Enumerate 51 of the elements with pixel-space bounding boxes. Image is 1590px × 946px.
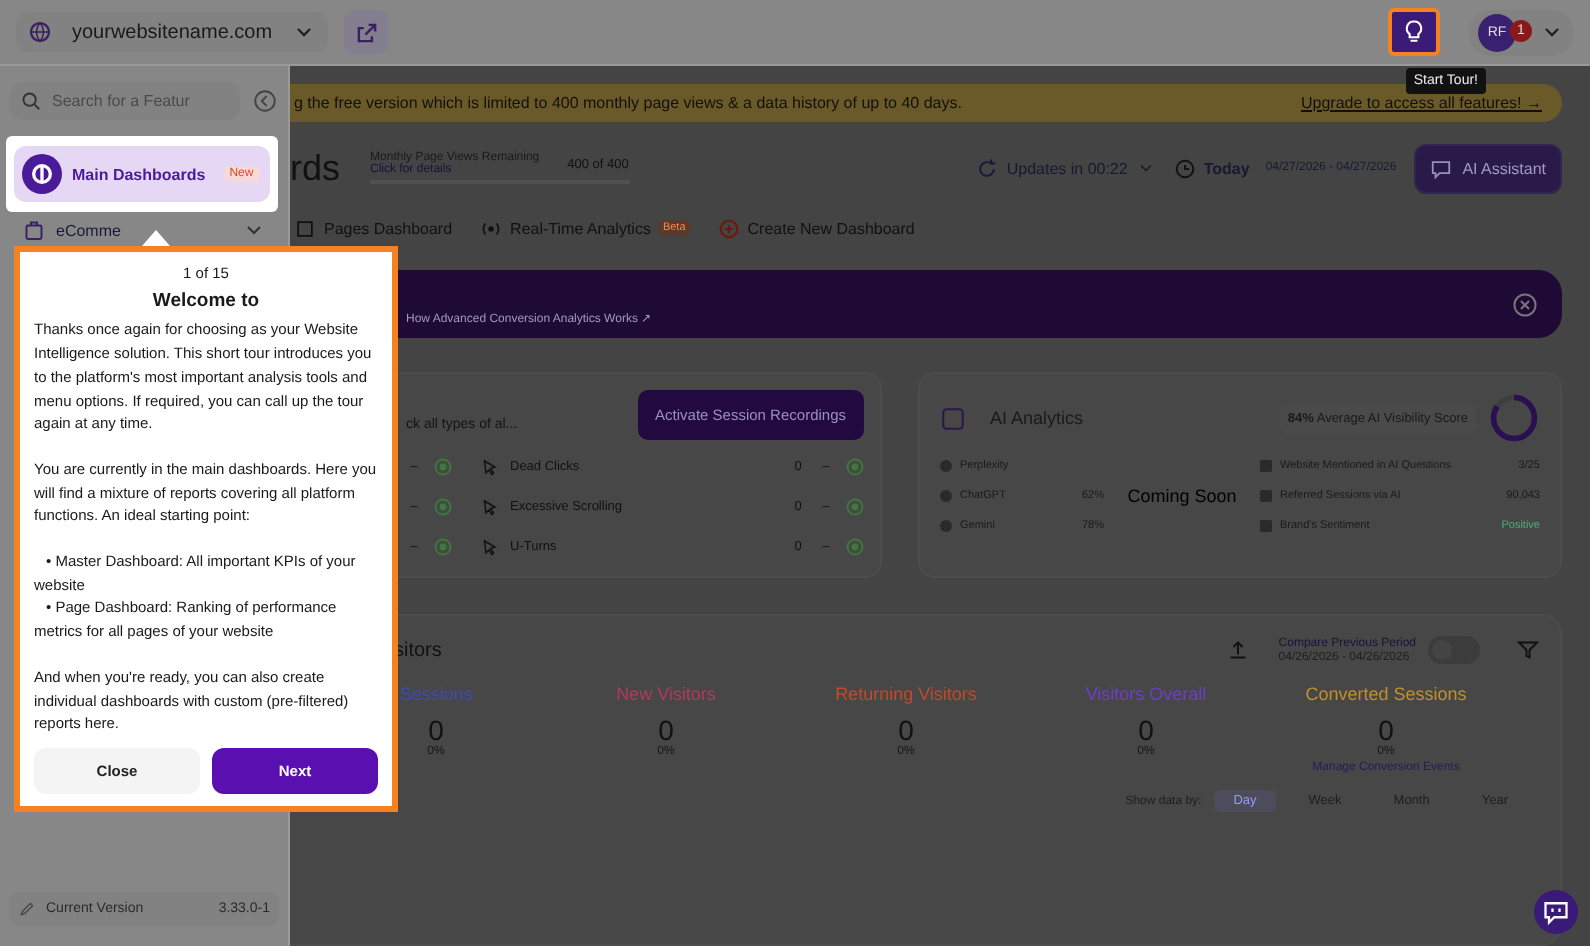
page-icon [294, 217, 316, 239]
external-link-icon [353, 19, 380, 45]
site-selector[interactable]: yourwebsitename.com [16, 12, 329, 52]
globe-icon [28, 20, 52, 44]
metric-icon [1260, 490, 1272, 502]
popup-title: Welcome to [150, 289, 262, 313]
nav-item[interactable]: eComme [22, 218, 266, 242]
metric-label: Returning Visitors [835, 684, 977, 704]
target-icon [434, 537, 452, 555]
search-field[interactable]: Search for a Featur [10, 82, 240, 120]
plus-icon [717, 217, 740, 239]
collapse-icon[interactable] [252, 88, 278, 114]
chat-button[interactable] [1534, 890, 1578, 934]
engine-icon [940, 460, 952, 472]
dashboard-icon [22, 154, 62, 194]
metric-icon [1260, 520, 1272, 532]
target-icon [846, 497, 864, 515]
upgrade-link[interactable]: Upgrade to access all features! → [1300, 94, 1542, 112]
target-icon [846, 537, 864, 555]
cursor-icon [480, 457, 498, 475]
chat-icon [1430, 157, 1453, 179]
clock-icon [1173, 157, 1196, 179]
metric-label: Sessions [399, 684, 473, 704]
lightbulb-icon [1400, 18, 1428, 46]
filter-icon[interactable] [1516, 638, 1540, 662]
target-icon [434, 497, 452, 515]
bag-icon [22, 218, 46, 242]
square-icon [940, 405, 966, 431]
refresh-icon [976, 157, 999, 179]
target-icon [846, 457, 864, 475]
search-icon [20, 90, 42, 112]
donut-gauge [1488, 392, 1540, 444]
metric-label: New Visitors [616, 684, 716, 704]
engine-icon [940, 520, 952, 532]
upload-icon[interactable] [1226, 638, 1251, 662]
external-link-button[interactable] [344, 10, 389, 54]
metric-label: Visitors Overall [1085, 684, 1207, 704]
start-tour-button[interactable] [1388, 8, 1440, 56]
ai-assistant-button[interactable]: AI Assistant [1414, 143, 1562, 193]
engine-icon [940, 490, 952, 502]
cursor-icon [480, 537, 498, 555]
cursor-icon [480, 497, 498, 515]
notice-text: g the free version which is limited to 400 monthly page views & a data history of up to 40 days. [294, 94, 962, 112]
metric-label: Converted Sessions [1305, 684, 1467, 704]
broadcast-icon [480, 217, 503, 239]
target-icon [434, 457, 452, 475]
pencil-icon [18, 900, 36, 918]
coming-soon-label: Coming Soon [1125, 486, 1239, 506]
metric-icon [1260, 460, 1272, 472]
close-icon[interactable] [1512, 291, 1538, 317]
chat-icon [1542, 898, 1570, 926]
